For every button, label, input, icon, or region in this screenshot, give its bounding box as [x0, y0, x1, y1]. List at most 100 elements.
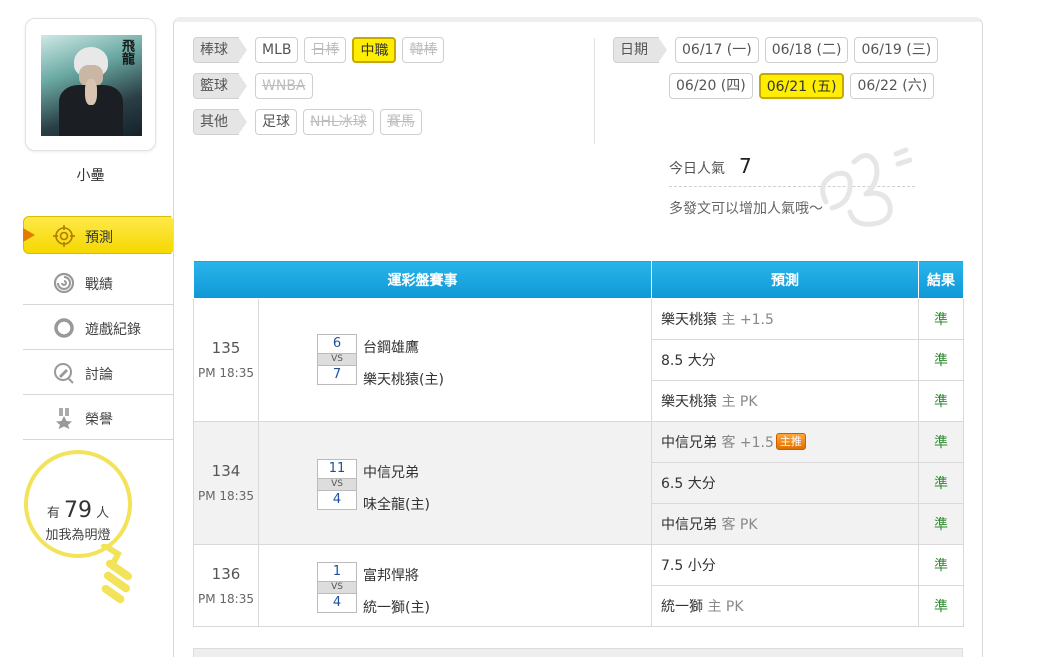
chip-kbo: 韓棒	[402, 37, 445, 63]
nav-label: 戰績	[85, 277, 113, 293]
chip-npb: 日棒	[304, 37, 347, 63]
nav-label: 討論	[85, 367, 113, 383]
prediction-cell: 8.5 大分	[651, 339, 919, 381]
home-score: 4	[317, 592, 357, 613]
fan-bulb[interactable]: 有 79 人 加我為明燈	[22, 448, 142, 618]
prediction-cell: 樂天桃猿 主 PK	[651, 380, 919, 422]
away-team[interactable]: 富邦悍將	[363, 565, 419, 585]
chip-date-0620[interactable]: 06/20 (四)	[669, 73, 753, 99]
chip-date-0617[interactable]: 06/17 (一)	[675, 37, 759, 63]
header-prediction: 預測	[651, 260, 919, 299]
game-number: 136	[211, 564, 241, 583]
matchup: 1 VS 4 富邦悍將 統一獅(主)	[259, 546, 651, 626]
game-number-cell: 136 PM 18:35	[193, 544, 259, 627]
popularity: 今日人氣 7	[669, 154, 752, 178]
chip-mlb[interactable]: MLB	[255, 37, 299, 63]
prediction-main: 中信兄弟	[661, 517, 717, 533]
away-team[interactable]: 台鋼雄鷹	[363, 337, 419, 357]
game-time: PM 18:35	[198, 591, 254, 606]
featured-badge: 主推	[775, 433, 806, 450]
vs-label: VS	[317, 354, 357, 365]
chip-date-0622[interactable]: 06/22 (六)	[850, 73, 935, 99]
home-team[interactable]: 統一獅(主)	[363, 597, 430, 617]
next-section-strip	[193, 648, 963, 657]
result-cell: 準	[918, 585, 964, 627]
away-score: 11	[317, 459, 357, 479]
prediction-line: 客 PK	[721, 517, 758, 533]
result-cell: 準	[918, 380, 964, 422]
nav-item-honor[interactable]: 榮譽	[23, 395, 173, 440]
prediction-cell: 樂天桃猿 主 +1.5	[651, 298, 919, 340]
table-row: 134 PM 18:35 11 VS 4 中信兄弟 味全龍(主) 中信兄弟 客 …	[193, 421, 964, 545]
bulb-base-icon	[100, 544, 133, 604]
medal-icon	[53, 407, 75, 433]
avatar-card[interactable]: 飛龍	[25, 18, 156, 151]
nav-item-predict[interactable]: 預測	[23, 214, 183, 258]
chip-soccer[interactable]: 足球	[255, 109, 297, 135]
avatar[interactable]: 飛龍	[41, 35, 142, 136]
prediction-line: 主 +1.5	[721, 312, 774, 328]
chip-horse-racing: 賽馬	[379, 109, 422, 135]
active-arrow-icon	[23, 228, 35, 242]
home-team[interactable]: 味全龍(主)	[363, 494, 430, 514]
prediction-main: 6.5 大分	[661, 476, 716, 492]
nav-item-discuss[interactable]: 討論	[23, 350, 173, 395]
discuss-icon	[53, 362, 75, 388]
prediction-main: 8.5 大分	[661, 353, 716, 369]
popularity-value: 7	[739, 154, 752, 178]
away-team[interactable]: 中信兄弟	[363, 462, 419, 482]
filter-date: 日期 06/17 (一) 06/18 (二) 06/19 (三)	[613, 37, 939, 63]
filter-date-row2: 06/20 (四) 06/21 (五) 06/22 (六)	[669, 73, 935, 99]
vs-label: VS	[317, 581, 357, 593]
username[interactable]: 小壘	[25, 165, 156, 185]
category-date: 日期	[613, 37, 667, 63]
home-team[interactable]: 樂天桃猿(主)	[363, 369, 444, 389]
away-score: 1	[317, 561, 357, 582]
game-time: PM 18:35	[198, 489, 254, 503]
prediction-main: 統一獅	[661, 599, 703, 615]
prediction-cell: 中信兄弟 客 +1.5 主推	[651, 421, 919, 463]
category-basketball: 籃球	[193, 73, 247, 99]
result-cell: 準	[918, 462, 964, 504]
matchup: 11 VS 4 中信兄弟 味全龍(主)	[259, 423, 651, 543]
matchup-cell: 11 VS 4 中信兄弟 味全龍(主)	[258, 421, 652, 545]
chip-date-0621[interactable]: 06/21 (五)	[758, 73, 845, 99]
nav-item-game-log[interactable]: 遊戲紀錄	[23, 305, 173, 350]
chip-date-0618[interactable]: 06/18 (二)	[764, 37, 849, 63]
header-result: 結果	[918, 260, 964, 299]
predictions-table: 運彩盤賽事 預測 結果 135 PM 18:35 6 VS 7 台鋼雄鷹 樂天桃…	[193, 260, 964, 627]
matchup-cell: 1 VS 4 富邦悍將 統一獅(主)	[258, 544, 652, 627]
fan-cta: 加我為明燈	[45, 528, 111, 543]
nav-item-record[interactable]: 戰績	[23, 260, 173, 305]
prediction-cell: 中信兄弟 客 PK	[651, 503, 919, 545]
chip-wnba: WNBA	[255, 73, 313, 99]
vs-label: VS	[317, 479, 357, 490]
filter-divider	[594, 38, 595, 144]
category-other: 其他	[193, 109, 247, 135]
prediction-line: 主 PK	[707, 599, 744, 615]
chip-cpbl[interactable]: 中職	[352, 37, 397, 63]
prediction-main: 樂天桃猿	[661, 312, 717, 328]
prediction-cell: 7.5 小分	[651, 544, 919, 586]
category-baseball: 棒球	[193, 37, 247, 63]
nav-label: 遊戲紀錄	[85, 322, 141, 338]
game-time: PM 18:35	[198, 366, 254, 380]
fan-count: 79	[64, 498, 92, 523]
prediction-cell: 6.5 大分	[651, 462, 919, 504]
score-box: 1 VS 4	[317, 561, 357, 613]
header-event: 運彩盤賽事	[193, 260, 652, 299]
popularity-label: 今日人氣	[669, 161, 725, 177]
side-nav: 預測 戰績 遊戲紀錄 討論 榮譽	[23, 214, 183, 440]
chip-date-0619[interactable]: 06/19 (三)	[854, 37, 939, 63]
filter-other: 其他 足球 NHL冰球 賽馬	[193, 109, 422, 135]
result-cell: 準	[918, 544, 964, 586]
panel-topline	[175, 17, 981, 22]
prediction-main: 中信兄弟	[661, 435, 717, 451]
chart-icon	[53, 272, 75, 298]
prediction-main: 7.5 小分	[661, 558, 716, 574]
avatar-calligraphy: 飛龍	[119, 39, 134, 65]
game-number: 135	[211, 339, 241, 357]
chip-nhl: NHL冰球	[303, 109, 374, 135]
matchup-cell: 6 VS 7 台鋼雄鷹 樂天桃猿(主)	[258, 298, 652, 422]
prediction-main: 樂天桃猿	[661, 394, 717, 410]
